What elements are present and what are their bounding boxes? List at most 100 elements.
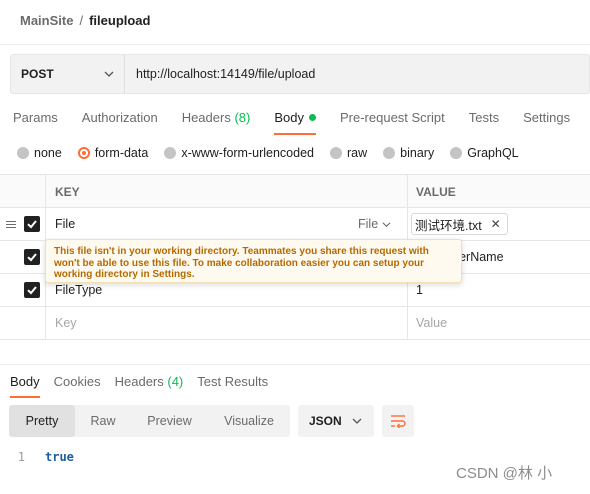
- radio-form-data[interactable]: form-data: [77, 146, 149, 160]
- column-divider: [407, 175, 408, 207]
- tab-label: Test Results: [197, 374, 269, 389]
- method-select[interactable]: POST: [11, 55, 125, 93]
- view-mode-group: Pretty Raw Preview Visualize: [9, 405, 290, 437]
- chevron-down-icon: [104, 71, 114, 77]
- tab-label: Headers: [114, 374, 164, 389]
- tab-label: Body: [10, 374, 40, 389]
- radio-icon: [164, 147, 177, 159]
- headers-count: (4): [167, 374, 184, 389]
- table-header: KEY VALUE: [0, 175, 590, 208]
- headers-count: (8): [234, 110, 251, 125]
- tab-pre-request-script[interactable]: Pre-request Script: [340, 110, 445, 125]
- tab-label: Authorization: [81, 110, 158, 125]
- file-name: 测试环境.txt: [415, 218, 482, 233]
- radio-label: binary: [400, 146, 435, 160]
- wrap-lines-button[interactable]: [382, 405, 414, 437]
- response-tab-cookies[interactable]: Cookies: [54, 374, 101, 389]
- response-value: true: [45, 450, 74, 464]
- table-row: File File 测试环境.txt ✕: [0, 208, 590, 241]
- tab-body[interactable]: Body: [274, 110, 316, 135]
- key-type-label: File: [358, 217, 379, 231]
- breadcrumb-separator: /: [79, 13, 84, 28]
- view-pretty-button[interactable]: Pretty: [9, 405, 75, 437]
- radio-selected-icon: [77, 147, 90, 159]
- key-column-header: KEY: [55, 185, 80, 199]
- response-tab-body[interactable]: Body: [10, 374, 40, 398]
- row-checkbox[interactable]: [24, 216, 40, 232]
- checkmark-icon: [27, 220, 37, 229]
- watermark: CSDN @林 小: [456, 465, 553, 482]
- checkmark-icon: [27, 253, 37, 262]
- response-body: 1 true: [0, 450, 74, 464]
- line-number: 1: [17, 450, 25, 464]
- divider: [0, 364, 590, 365]
- column-divider: [45, 208, 46, 240]
- radio-binary[interactable]: binary: [383, 146, 434, 160]
- table-row-new: Key Value: [0, 307, 590, 340]
- column-divider: [407, 208, 408, 240]
- key-cell[interactable]: FileType: [55, 283, 102, 297]
- working-directory-tooltip: This file isn't in your working director…: [45, 239, 462, 283]
- divider: [0, 44, 590, 45]
- radio-label: x-www-form-urlencoded: [181, 146, 314, 160]
- radio-none[interactable]: none: [17, 146, 62, 160]
- format-select[interactable]: JSON: [298, 405, 374, 437]
- radio-label: raw: [347, 146, 368, 160]
- request-url-bar: POST: [10, 54, 590, 94]
- tab-authorization[interactable]: Authorization: [82, 110, 158, 125]
- checkmark-icon: [27, 286, 37, 295]
- response-tab-test-results[interactable]: Test Results: [197, 374, 268, 389]
- tab-headers[interactable]: Headers (8): [182, 110, 251, 125]
- body-type-group: none form-data x-www-form-urlencoded raw…: [17, 146, 535, 160]
- breadcrumb: MainSite / fileupload: [20, 13, 150, 28]
- tab-label: Pre-request Script: [339, 110, 445, 125]
- breadcrumb-parent[interactable]: MainSite: [20, 13, 73, 28]
- tab-label: Body: [274, 110, 304, 125]
- radio-label: none: [34, 146, 62, 160]
- value-cell[interactable]: 1: [416, 283, 423, 297]
- radio-x-www-form-urlencoded[interactable]: x-www-form-urlencoded: [164, 146, 314, 160]
- view-raw-button[interactable]: Raw: [75, 405, 131, 437]
- new-key-input[interactable]: Key: [55, 316, 77, 330]
- method-label: POST: [21, 67, 54, 81]
- chevron-down-icon: [382, 221, 391, 227]
- tab-label: Cookies: [53, 374, 101, 389]
- chevron-down-icon: [352, 418, 362, 424]
- key-type-select[interactable]: File: [358, 217, 391, 231]
- tab-label: Tests: [468, 110, 500, 125]
- column-divider: [407, 307, 408, 339]
- new-value-input[interactable]: Value: [416, 316, 447, 330]
- request-tabs: Params Authorization Headers (8) Body Pr…: [13, 110, 590, 135]
- radio-icon: [450, 147, 463, 159]
- radio-graphql[interactable]: GraphQL: [450, 146, 519, 160]
- key-cell[interactable]: File: [55, 217, 75, 231]
- value-column-header: VALUE: [416, 185, 456, 199]
- tab-tests[interactable]: Tests: [469, 110, 499, 125]
- row-checkbox[interactable]: [24, 249, 40, 265]
- radio-label: GraphQL: [467, 146, 519, 160]
- active-dot-icon: [308, 114, 316, 121]
- request-name[interactable]: fileupload: [89, 13, 150, 28]
- column-divider: [45, 307, 46, 339]
- column-divider: [45, 175, 46, 207]
- url-input[interactable]: [125, 55, 589, 93]
- view-preview-button[interactable]: Preview: [131, 405, 208, 437]
- tab-label: Headers: [181, 110, 231, 125]
- format-label: JSON: [309, 414, 342, 428]
- radio-icon: [383, 147, 396, 159]
- wrap-lines-icon: [391, 415, 406, 428]
- drag-handle-icon[interactable]: [6, 220, 16, 229]
- radio-icon: [330, 147, 342, 159]
- radio-icon: [17, 147, 29, 159]
- file-chip[interactable]: 测试环境.txt ✕: [411, 213, 508, 235]
- tab-label: Params: [13, 110, 58, 125]
- row-checkbox[interactable]: [24, 282, 40, 298]
- radio-label: form-data: [94, 146, 149, 160]
- response-tabs: Body Cookies Headers (4) Test Results: [10, 374, 282, 398]
- response-tab-headers[interactable]: Headers (4): [115, 374, 184, 389]
- tab-settings[interactable]: Settings: [523, 110, 570, 125]
- tab-params[interactable]: Params: [13, 110, 58, 125]
- radio-raw[interactable]: raw: [330, 146, 367, 160]
- remove-file-icon[interactable]: ✕: [491, 217, 501, 231]
- view-visualize-button[interactable]: Visualize: [208, 405, 290, 437]
